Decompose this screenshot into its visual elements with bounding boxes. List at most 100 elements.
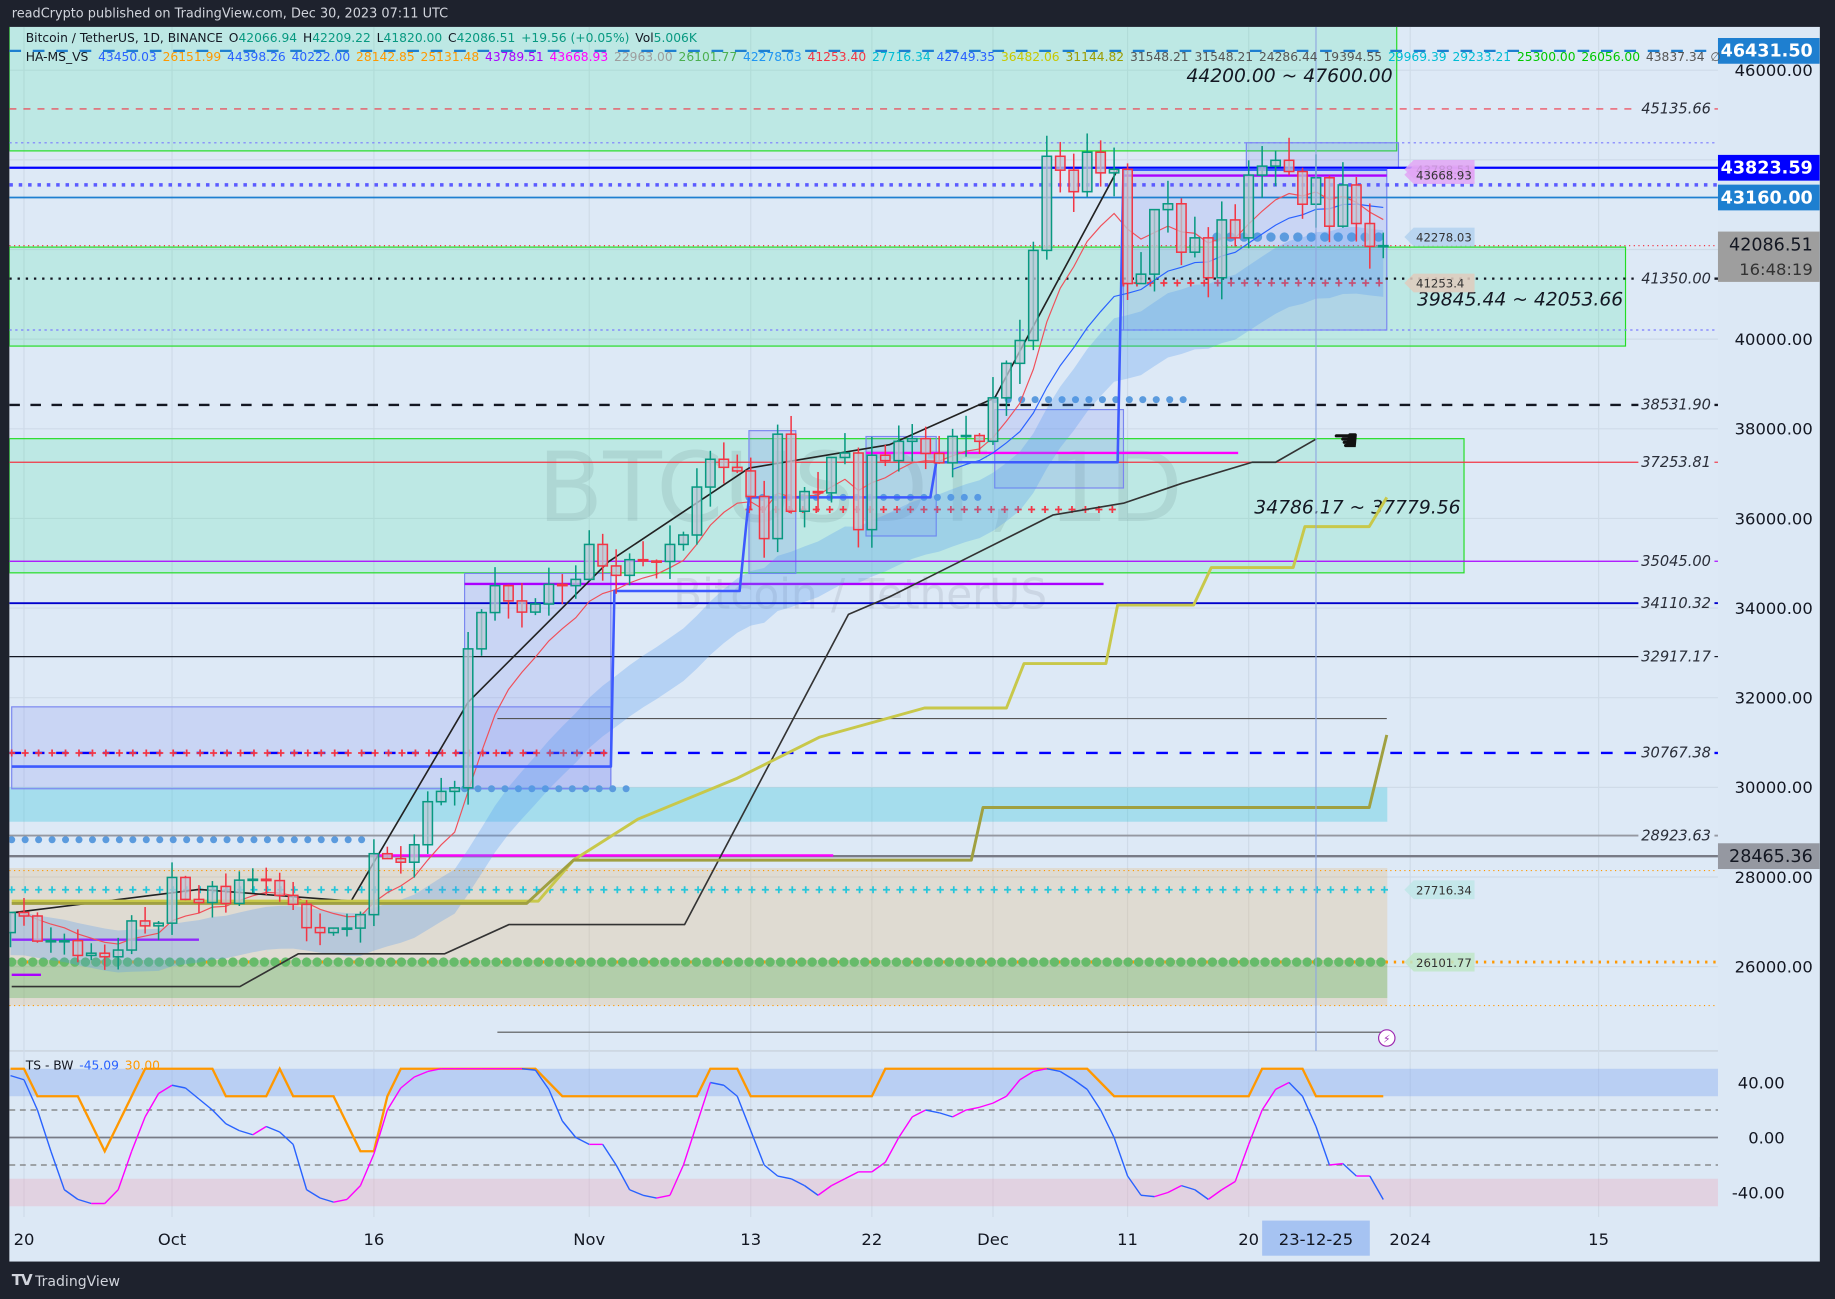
candle[interactable] xyxy=(126,915,138,955)
candle-body xyxy=(866,454,878,531)
indicator-value: 31144.82 xyxy=(1065,50,1125,65)
oscillator-legend[interactable]: TS - BW -45.09 30.00 xyxy=(26,1059,166,1073)
time-axis xyxy=(9,1217,1820,1262)
candle-body xyxy=(1095,151,1107,174)
candle[interactable] xyxy=(476,609,488,656)
level-label: 37253.81 xyxy=(1641,454,1711,471)
support-dot-green xyxy=(944,957,954,967)
support-dot-green xyxy=(586,957,596,967)
candle[interactable] xyxy=(462,631,474,805)
oscillator-value: -45.09 xyxy=(79,1059,119,1074)
oscillator-name[interactable]: TS - BW xyxy=(26,1059,74,1073)
indicator-legend[interactable]: HA-MS_VS 43450.03 26151.99 44398.26 40222.0… xyxy=(26,50,1727,64)
candle-body xyxy=(341,927,353,931)
candle-body xyxy=(395,857,407,863)
candle-body xyxy=(678,534,689,546)
open-label: O xyxy=(228,31,239,46)
support-dot-green xyxy=(702,957,712,967)
zone-label: 44200.00 ~ 47600.00 xyxy=(1186,66,1392,87)
support-dot-green xyxy=(744,957,754,967)
candle[interactable] xyxy=(772,424,784,553)
support-dot-green xyxy=(354,957,364,967)
support-dot xyxy=(75,836,83,844)
candle-body xyxy=(893,440,905,462)
support-dot-green xyxy=(733,957,744,967)
candle[interactable] xyxy=(32,912,43,943)
support-dot xyxy=(1098,396,1106,404)
candle-body xyxy=(529,603,541,613)
symbol-name[interactable]: Bitcoin / TetherUS, 1D, BINANCE xyxy=(26,32,223,46)
candle-body xyxy=(1229,219,1241,239)
candle-body xyxy=(610,565,622,577)
support-dot xyxy=(35,836,43,844)
candle-body xyxy=(852,452,864,531)
support-dot xyxy=(609,785,617,793)
candle-body xyxy=(476,611,488,650)
candle[interactable] xyxy=(1027,241,1039,351)
indicator-value: ∅ xyxy=(1710,50,1722,65)
indicator-value: 43789.51 xyxy=(485,50,544,65)
high-value: 42209.22 xyxy=(312,31,371,46)
support-dot-green xyxy=(1323,957,1333,967)
osc-axis-tick: 0.00 xyxy=(1748,1128,1784,1147)
support-dot-green xyxy=(839,957,849,967)
close-value: 42086.51 xyxy=(456,31,516,46)
level-label: 30767.38 xyxy=(1641,745,1711,762)
price-pill-label: 26101.77 xyxy=(1416,956,1472,970)
support-dot-green xyxy=(554,957,565,967)
candle-body xyxy=(287,894,299,906)
candle-body xyxy=(651,560,662,563)
support-dot-green xyxy=(1049,957,1060,967)
support-dot xyxy=(183,836,191,844)
vol-value: 5.006K xyxy=(653,31,697,46)
tradingview-brand: TradingView xyxy=(35,1273,120,1290)
candle[interactable] xyxy=(180,875,191,901)
candle-body xyxy=(1243,174,1255,239)
indicator-value: 26101.77 xyxy=(678,50,738,65)
zone-label: 34786.17 ~ 37779.56 xyxy=(1254,498,1460,519)
candle-body xyxy=(906,437,918,443)
support-dot xyxy=(62,836,70,844)
support-dot-green xyxy=(954,957,965,967)
support-dot-green xyxy=(228,957,238,967)
candle-body xyxy=(1014,339,1026,365)
price-chart[interactable]: BTCUSDT, 1DBitcoin / TetherUS44200.00 ~ … xyxy=(9,26,1820,1262)
pointing-hand-icon: ☚ xyxy=(1332,424,1359,459)
indicator-value: 28142.85 xyxy=(356,50,415,65)
candle[interactable] xyxy=(1122,163,1134,300)
indicator-value: 25131.48 xyxy=(420,50,480,65)
indicator-value: 22963.00 xyxy=(614,50,673,65)
support-dot-green xyxy=(375,957,386,967)
support-dot-green xyxy=(1134,957,1144,967)
candle-body xyxy=(543,583,555,605)
price-pill-label: 41253.4 xyxy=(1416,277,1464,291)
support-dot-green xyxy=(396,957,407,967)
indicator-name[interactable]: HA-MS_VS xyxy=(26,50,89,64)
low-label: L xyxy=(376,31,384,46)
support-dot xyxy=(582,785,590,793)
support-dot-green xyxy=(818,957,828,967)
candle-body xyxy=(449,787,461,793)
support-dot-green xyxy=(870,957,881,967)
osc-axis-tick: 40.00 xyxy=(1738,1073,1785,1092)
indicator-value: 43668.93 xyxy=(549,50,609,65)
support-dot xyxy=(317,836,325,844)
support-dot-green xyxy=(670,957,680,967)
support-dot-green xyxy=(1239,957,1249,967)
support-dot-green xyxy=(765,957,775,967)
price-axis-tick: 26000.00 xyxy=(1735,957,1813,976)
support-dot-green xyxy=(1313,957,1323,967)
candle-body xyxy=(58,939,70,943)
price-tag-value: 46431.50 xyxy=(1721,42,1813,62)
price-axis-tick: 34000.00 xyxy=(1735,599,1813,618)
candle-body xyxy=(516,600,528,613)
support-dot xyxy=(1179,396,1187,404)
price-pill-label: 43668.93 xyxy=(1416,168,1472,182)
support-dot-green xyxy=(1155,957,1165,967)
time-axis-tick: Oct xyxy=(158,1230,187,1249)
chart-panel[interactable]: BTCUSDT, 1DBitcoin / TetherUS44200.00 ~ … xyxy=(9,26,1820,1262)
candle-body xyxy=(314,926,326,934)
support-dot xyxy=(196,836,204,844)
support-dot-green xyxy=(449,957,459,967)
candle-body xyxy=(9,911,16,934)
